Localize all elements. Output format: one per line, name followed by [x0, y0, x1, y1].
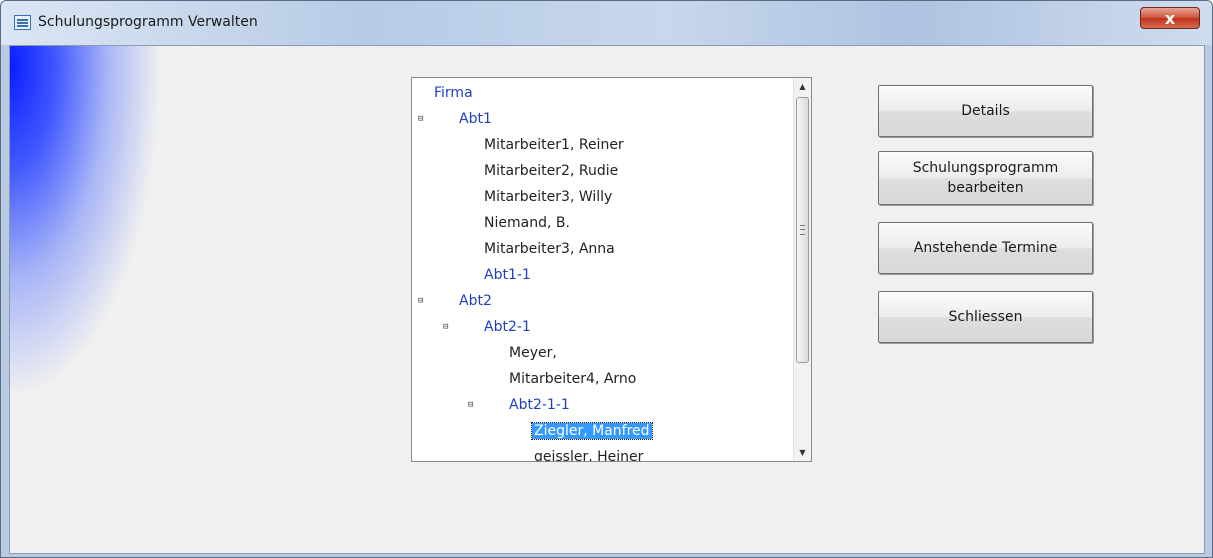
vertical-scrollbar[interactable]: ▲ ▼ — [793, 78, 811, 461]
tree-node-label: Abt2-1 — [484, 319, 531, 335]
scroll-up-arrow-icon[interactable]: ▲ — [794, 78, 811, 95]
edit-program-button-label: Schulungsprogramm bearbeiten — [912, 160, 1059, 196]
tree-node-abt1-1[interactable]: Abt1-1 — [484, 262, 531, 288]
tree-node-label: Niemand, B. — [484, 215, 570, 231]
scrollbar-thumb[interactable] — [796, 97, 809, 363]
tree-node-employee[interactable]: Mitarbeiter4, Arno — [509, 366, 636, 392]
tree-node-abt2[interactable]: Abt2 — [459, 288, 492, 314]
tree-node-label: Abt1 — [459, 111, 492, 127]
app-window: Schulungsprogramm Verwalten x Firma ⊟ Ab… — [0, 0, 1213, 558]
tree-node-abt1[interactable]: Abt1 — [459, 106, 492, 132]
window-title: Schulungsprogramm Verwalten — [38, 14, 258, 30]
collapse-icon[interactable]: ⊟ — [468, 400, 473, 410]
collapse-icon[interactable]: ⊟ — [418, 296, 423, 306]
form-icon — [14, 15, 31, 30]
close-form-button[interactable]: Schliessen — [878, 291, 1093, 343]
org-tree-view[interactable]: Firma ⊟ Abt1 Mitarbeiter1, Reiner Mitarb… — [411, 77, 812, 462]
tree-node-employee[interactable]: Mitarbeiter2, Rudie — [484, 158, 618, 184]
tree-node-label: Abt2 — [459, 293, 492, 309]
tree-node-label: Mitarbeiter2, Rudie — [484, 163, 619, 179]
edit-program-button[interactable]: Schulungsprogramm bearbeiten — [878, 151, 1093, 205]
close-form-button-label: Schliessen — [948, 309, 1023, 325]
tree-node-employee-selected[interactable]: Ziegler, Manfred — [531, 418, 653, 444]
tree-node-abt2-1[interactable]: Abt2-1 — [484, 314, 531, 340]
tree-node-employee[interactable]: Niemand, B. — [484, 210, 570, 236]
tree-node-employee[interactable]: Mitarbeiter3, Willy — [484, 184, 612, 210]
tree-node-abt2-1-1[interactable]: Abt2-1-1 — [509, 392, 570, 418]
tree-node-label: geissler, Heiner — [534, 449, 644, 462]
tree-node-firma[interactable]: Firma — [434, 80, 473, 106]
collapse-icon[interactable]: ⊟ — [418, 114, 423, 124]
tree-node-label: Abt2-1-1 — [509, 397, 570, 413]
form-area: Firma ⊟ Abt1 Mitarbeiter1, Reiner Mitarb… — [9, 45, 1205, 554]
tree-node-label: Ziegler, Manfred — [531, 422, 653, 440]
grip-icon — [800, 225, 805, 235]
tree-node-employee[interactable]: Mitarbeiter1, Reiner — [484, 132, 624, 158]
details-button[interactable]: Details — [878, 85, 1093, 137]
tree-node-employee[interactable]: geissler, Heiner — [534, 444, 644, 462]
collapse-icon[interactable]: ⊟ — [443, 322, 448, 332]
upcoming-dates-button[interactable]: Anstehende Termine — [878, 222, 1093, 274]
tree-node-label: Firma — [434, 85, 473, 101]
upcoming-dates-button-label: Anstehende Termine — [913, 240, 1058, 256]
title-bar[interactable]: Schulungsprogramm Verwalten x — [1, 1, 1212, 45]
tree-node-label: Abt1-1 — [484, 267, 531, 283]
tree-node-employee[interactable]: Mitarbeiter3, Anna — [484, 236, 615, 262]
tree-node-label: Mitarbeiter3, Anna — [484, 241, 615, 257]
tree-node-label: Meyer, — [509, 345, 557, 361]
tree-node-employee[interactable]: Meyer, — [509, 340, 557, 366]
scroll-down-arrow-icon[interactable]: ▼ — [794, 444, 811, 461]
tree-node-label: Mitarbeiter1, Reiner — [484, 137, 624, 153]
details-button-label: Details — [961, 103, 1010, 119]
tree-node-label: Mitarbeiter4, Arno — [509, 371, 637, 387]
close-button[interactable]: x — [1140, 7, 1200, 29]
tree-node-label: Mitarbeiter3, Willy — [484, 189, 613, 205]
decorative-gradient — [10, 46, 160, 553]
